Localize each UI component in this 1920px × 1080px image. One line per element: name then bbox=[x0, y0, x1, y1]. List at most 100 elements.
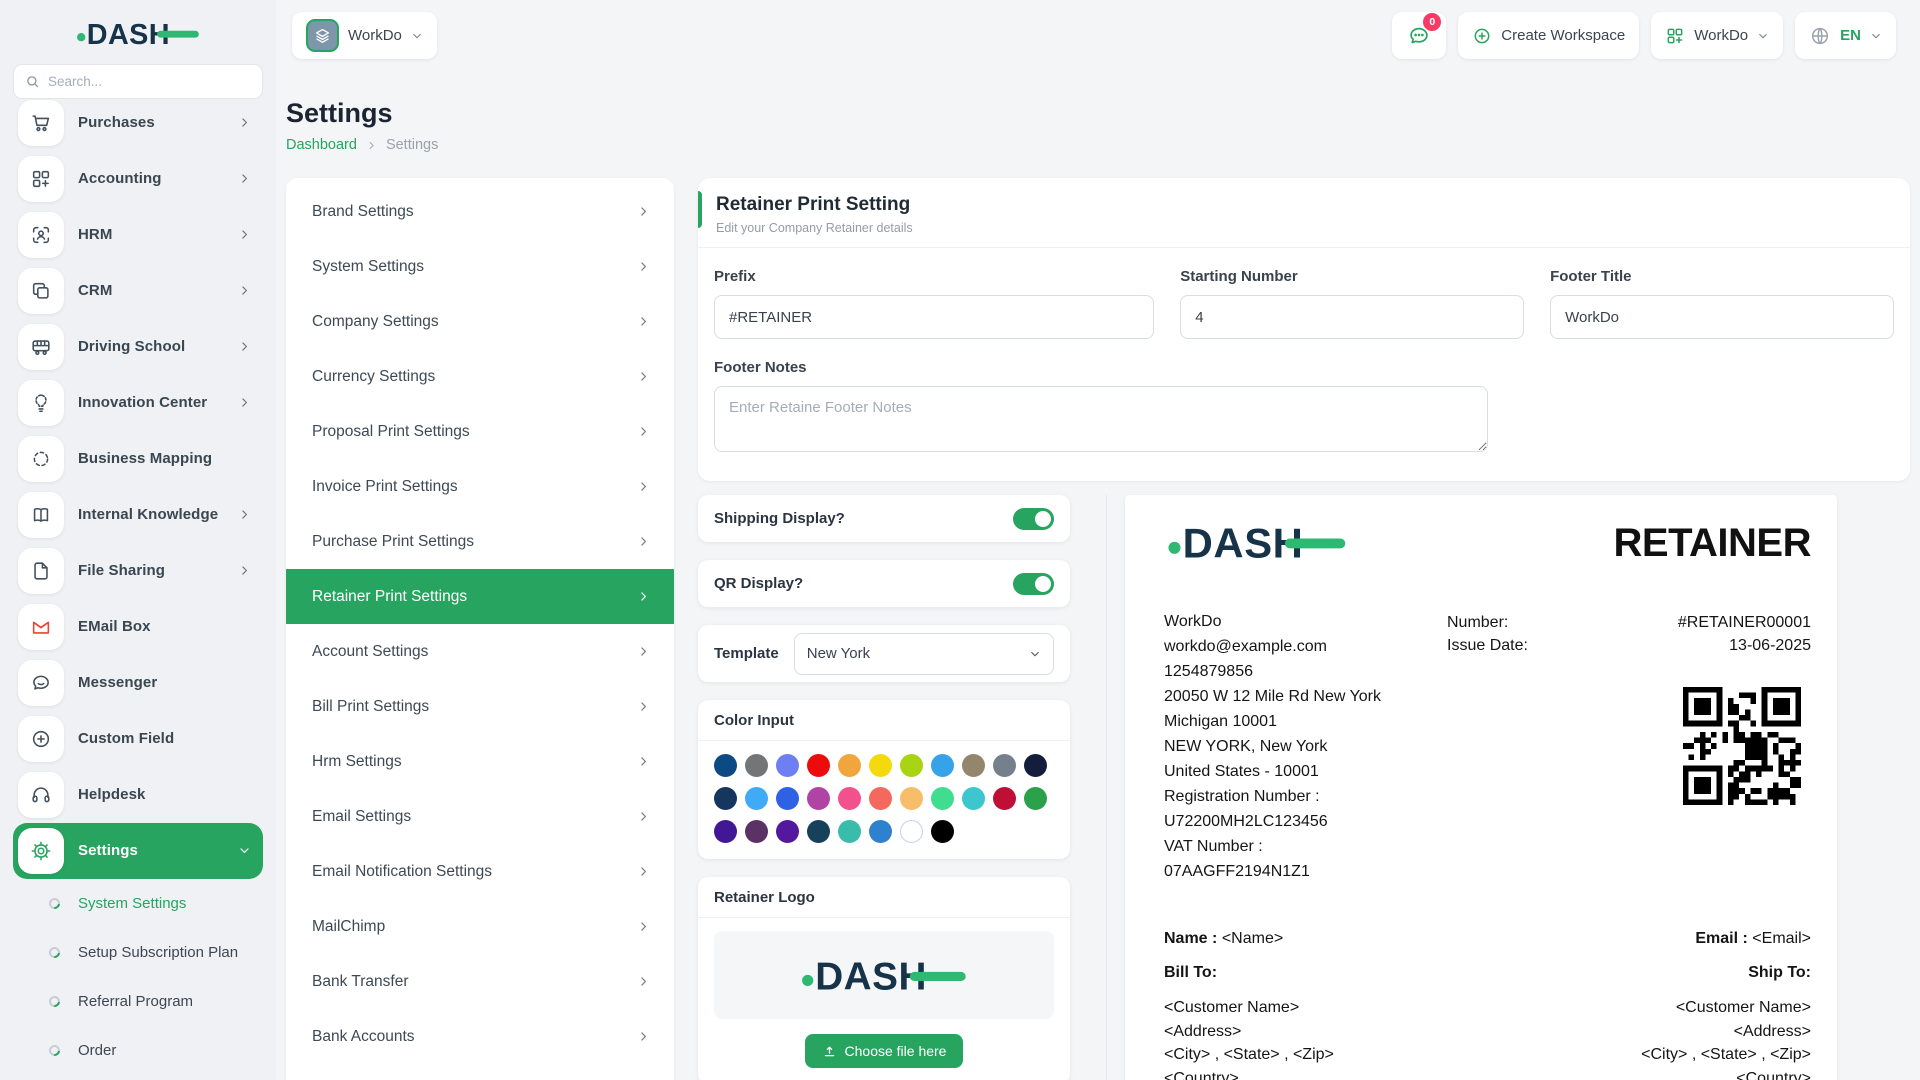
messages-button[interactable]: 0 bbox=[1392, 12, 1446, 59]
color-swatch[interactable] bbox=[931, 754, 954, 777]
footer-title-input[interactable] bbox=[1550, 295, 1894, 339]
qr-display-toggle[interactable] bbox=[1013, 573, 1054, 595]
sidebar-item-custom-field[interactable]: Custom Field bbox=[13, 711, 263, 767]
settings-menu-item-email-settings[interactable]: Email Settings bbox=[286, 789, 674, 844]
color-swatch[interactable] bbox=[931, 787, 954, 810]
color-swatch[interactable] bbox=[807, 754, 830, 777]
sidebar-subitem-order[interactable]: Order bbox=[13, 1026, 263, 1075]
color-swatch[interactable] bbox=[745, 820, 768, 843]
starting-number-input[interactable] bbox=[1180, 295, 1524, 339]
color-swatch[interactable] bbox=[838, 754, 861, 777]
menu-item-label: Invoice Print Settings bbox=[312, 478, 458, 496]
color-swatch[interactable] bbox=[900, 787, 923, 810]
settings-menu-item-hrm-settings[interactable]: Hrm Settings bbox=[286, 734, 674, 789]
workspace-menu-button[interactable]: WorkDo bbox=[1651, 12, 1783, 59]
app-logo[interactable]: DASH bbox=[74, 16, 202, 50]
divider bbox=[698, 740, 1070, 741]
color-swatch[interactable] bbox=[838, 820, 861, 843]
sidebar-item-hrm[interactable]: HRM bbox=[13, 207, 263, 263]
sidebar-item-business-mapping[interactable]: Business Mapping bbox=[13, 431, 263, 487]
settings-menu-item-company-settings[interactable]: Company Settings bbox=[286, 294, 674, 349]
shipping-display-toggle[interactable] bbox=[1013, 508, 1054, 530]
settings-menu-item-invoice-print-settings[interactable]: Invoice Print Settings bbox=[286, 459, 674, 514]
breadcrumb-dashboard-link[interactable]: Dashboard bbox=[286, 137, 357, 153]
sidebar-subitem-system-settings[interactable]: System Settings bbox=[13, 879, 263, 928]
settings-menu-item-stripe[interactable]: Stripe bbox=[286, 1064, 674, 1080]
choose-file-label: Choose file here bbox=[845, 1043, 947, 1059]
color-swatch[interactable] bbox=[807, 820, 830, 843]
ship-to-line: <Country> bbox=[1641, 1067, 1811, 1080]
sidebar-item-helpdesk[interactable]: Helpdesk bbox=[13, 767, 263, 823]
settings-menu-item-purchase-print-settings[interactable]: Purchase Print Settings bbox=[286, 514, 674, 569]
color-swatch[interactable] bbox=[962, 754, 985, 777]
language-button[interactable]: EN bbox=[1795, 12, 1896, 59]
ship-to-label: Ship To: bbox=[1748, 964, 1811, 982]
sidebar-item-internal-knowledge[interactable]: Internal Knowledge bbox=[13, 487, 263, 543]
sidebar-item-messenger[interactable]: Messenger bbox=[13, 655, 263, 711]
company-line: Registration Number : bbox=[1164, 784, 1447, 809]
sidebar-subitem-setup-subscription-plan[interactable]: Setup Subscription Plan bbox=[13, 928, 263, 977]
search-box[interactable] bbox=[13, 64, 263, 99]
sidebar-subitem-referral-program[interactable]: Referral Program bbox=[13, 977, 263, 1026]
color-swatch[interactable] bbox=[838, 787, 861, 810]
qr-code bbox=[1447, 687, 1801, 805]
workspace-selector[interactable]: WorkDo bbox=[292, 12, 437, 59]
color-swatch[interactable] bbox=[869, 787, 892, 810]
choose-file-button[interactable]: Choose file here bbox=[805, 1034, 964, 1068]
color-swatch[interactable] bbox=[776, 820, 799, 843]
color-swatch[interactable] bbox=[993, 787, 1016, 810]
search-input[interactable] bbox=[48, 74, 251, 89]
document-title: RETAINER bbox=[1614, 523, 1811, 563]
color-row bbox=[714, 754, 1054, 777]
sidebar-item-settings[interactable]: Settings bbox=[13, 823, 263, 879]
settings-menu-item-brand-settings[interactable]: Brand Settings bbox=[286, 184, 674, 239]
settings-menu-item-proposal-print-settings[interactable]: Proposal Print Settings bbox=[286, 404, 674, 459]
sidebar-item-file-sharing[interactable]: File Sharing bbox=[13, 543, 263, 599]
footer-notes-textarea[interactable] bbox=[714, 386, 1488, 452]
color-swatch[interactable] bbox=[776, 787, 799, 810]
ship-to-line: <City> , <State> , <Zip> bbox=[1641, 1043, 1811, 1067]
prefix-input[interactable] bbox=[714, 295, 1154, 339]
settings-menu-item-bank-transfer[interactable]: Bank Transfer bbox=[286, 954, 674, 1009]
sidebar-item-crm[interactable]: CRM bbox=[13, 263, 263, 319]
color-swatch[interactable] bbox=[745, 787, 768, 810]
color-swatch[interactable] bbox=[714, 754, 737, 777]
settings-menu-item-mailchimp[interactable]: MailChimp bbox=[286, 899, 674, 954]
sidebar-item-driving-school[interactable]: Driving School bbox=[13, 319, 263, 375]
settings-menu-item-currency-settings[interactable]: Currency Settings bbox=[286, 349, 674, 404]
color-swatch[interactable] bbox=[869, 820, 892, 843]
sidebar-item-label: File Sharing bbox=[78, 562, 238, 579]
bullet-icon bbox=[47, 944, 62, 959]
chevron-right-icon bbox=[238, 508, 251, 521]
template-select[interactable]: New York bbox=[794, 633, 1054, 675]
settings-menu-item-system-settings[interactable]: System Settings bbox=[286, 239, 674, 294]
sidebar-item-innovation-center[interactable]: Innovation Center bbox=[13, 375, 263, 431]
sidebar-item-email-box[interactable]: EMail Box bbox=[13, 599, 263, 655]
workspace-name: WorkDo bbox=[348, 27, 402, 44]
color-swatch[interactable] bbox=[714, 787, 737, 810]
settings-menu-item-bill-print-settings[interactable]: Bill Print Settings bbox=[286, 679, 674, 734]
color-swatch[interactable] bbox=[1024, 787, 1047, 810]
color-swatch[interactable] bbox=[993, 754, 1016, 777]
settings-menu-item-bank-accounts[interactable]: Bank Accounts bbox=[286, 1009, 674, 1064]
color-swatch[interactable] bbox=[931, 820, 954, 843]
chevron-right-icon bbox=[238, 284, 251, 297]
settings-menu-item-email-notification-settings[interactable]: Email Notification Settings bbox=[286, 844, 674, 899]
color-swatch[interactable] bbox=[745, 754, 768, 777]
create-workspace-button[interactable]: Create Workspace bbox=[1458, 12, 1639, 59]
company-line: WorkDo bbox=[1164, 609, 1447, 634]
prefix-field: Prefix bbox=[714, 268, 1154, 339]
color-swatch[interactable] bbox=[776, 754, 799, 777]
color-swatch[interactable] bbox=[1024, 754, 1047, 777]
color-swatch[interactable] bbox=[714, 820, 737, 843]
settings-menu-item-account-settings[interactable]: Account Settings bbox=[286, 624, 674, 679]
color-swatch[interactable] bbox=[807, 787, 830, 810]
settings-menu-item-retainer-print-settings[interactable]: Retainer Print Settings bbox=[286, 569, 674, 624]
sidebar-item-accounting[interactable]: Accounting bbox=[13, 151, 263, 207]
color-swatch[interactable] bbox=[900, 754, 923, 777]
sidebar-item-purchases[interactable]: Purchases bbox=[13, 99, 263, 151]
name-label: Name : bbox=[1164, 930, 1217, 947]
color-swatch[interactable] bbox=[962, 787, 985, 810]
color-swatch[interactable] bbox=[869, 754, 892, 777]
color-swatch[interactable] bbox=[900, 820, 923, 843]
